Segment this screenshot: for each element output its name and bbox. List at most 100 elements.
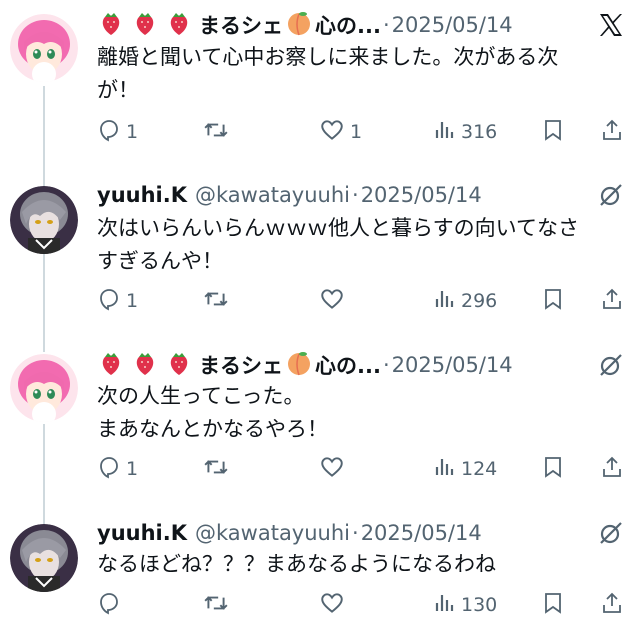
- peach-icon: [285, 349, 313, 382]
- views-count: 130: [461, 594, 498, 616]
- avatar-marushe[interactable]: [10, 14, 78, 82]
- separator: ·: [382, 353, 390, 377]
- x-logo-icon: [596, 10, 626, 40]
- views-chart-icon: [432, 118, 456, 147]
- tweet-2[interactable]: yuuhi.K @kawatayuuhi · 2025/05/14 次はいらんい…: [0, 170, 640, 340]
- bookmark-button[interactable]: [541, 588, 565, 622]
- views-chart-icon: [432, 455, 456, 484]
- like-button[interactable]: [319, 284, 350, 318]
- share-icon: [600, 591, 624, 620]
- bookmark-icon: [541, 591, 565, 620]
- display-name-tail[interactable]: 心の...: [315, 10, 381, 40]
- views-count: 124: [461, 458, 498, 480]
- tweet-header: yuuhi.K @kawatayuuhi · 2025/05/14: [97, 180, 630, 210]
- reply-icon: [97, 591, 121, 620]
- tweet-header: まるシェ 心の... · 2025/05/14: [97, 10, 630, 40]
- tweet-date[interactable]: 2025/05/14: [361, 183, 482, 207]
- strawberry-icon: [165, 349, 193, 382]
- tweet-actions: 130: [97, 588, 629, 622]
- like-button[interactable]: [319, 452, 350, 486]
- grok-icon[interactable]: [596, 518, 626, 548]
- tweet-text: なるほどね？？？まあなるようになるわね: [97, 552, 496, 576]
- views-count: 316: [461, 121, 498, 143]
- like-button[interactable]: [319, 588, 350, 622]
- reply-button[interactable]: [97, 588, 126, 622]
- grok-icon[interactable]: [596, 350, 626, 380]
- views-button[interactable]: 296: [432, 284, 497, 318]
- tweet-header: yuuhi.K @kawatayuuhi · 2025/05/14: [97, 518, 630, 548]
- tweet-text: 次はいらんいらんｗｗｗ他人と暮らすの向いてなさ すぎるんや！: [97, 216, 579, 273]
- views-button[interactable]: 124: [432, 452, 497, 486]
- like-count: 1: [350, 121, 363, 143]
- share-button[interactable]: [600, 452, 624, 486]
- grok-icon[interactable]: [596, 180, 626, 210]
- retweet-button[interactable]: [203, 452, 234, 486]
- share-button[interactable]: [600, 588, 624, 622]
- views-chart-icon: [432, 287, 456, 316]
- reply-count: 1: [126, 121, 139, 143]
- tweet-3[interactable]: まるシェ 心の... · 2025/05/14 次の人生ってこった。 まあなんと…: [0, 340, 640, 508]
- reply-button[interactable]: 1: [97, 284, 138, 318]
- share-button[interactable]: [600, 284, 624, 318]
- bookmark-button[interactable]: [541, 115, 565, 149]
- share-icon: [600, 287, 624, 316]
- tweet-date[interactable]: 2025/05/14: [361, 521, 482, 545]
- views-count: 296: [461, 290, 498, 312]
- heart-icon: [319, 454, 345, 485]
- like-button[interactable]: 1: [319, 115, 362, 149]
- retweet-button[interactable]: [203, 115, 234, 149]
- display-name[interactable]: まるシェ: [199, 10, 283, 40]
- retweet-button[interactable]: [203, 284, 234, 318]
- bookmark-icon: [541, 118, 565, 147]
- reply-button[interactable]: 1: [97, 115, 138, 149]
- tweet-header: まるシェ 心の... · 2025/05/14: [97, 350, 630, 380]
- tweet-actions: 1 124: [97, 452, 629, 486]
- bookmark-button[interactable]: [541, 284, 565, 318]
- display-name[interactable]: yuuhi.K: [97, 521, 187, 545]
- tweet-1[interactable]: まるシェ 心の... · 2025/05/14 離婚と聞いて心中お察しに来ました…: [0, 0, 640, 170]
- share-button[interactable]: [600, 115, 624, 149]
- reply-icon: [97, 455, 121, 484]
- avatar-yuuhi[interactable]: [10, 524, 78, 592]
- tweet-date[interactable]: 2025/05/14: [392, 13, 513, 37]
- tweet-actions: 1 296: [97, 284, 629, 318]
- heart-icon: [319, 590, 345, 621]
- retweet-icon: [203, 454, 229, 485]
- retweet-button[interactable]: [203, 588, 234, 622]
- retweet-icon: [203, 590, 229, 621]
- strawberry-icon: [97, 9, 125, 42]
- views-button[interactable]: 316: [432, 115, 497, 149]
- peach-icon: [285, 9, 313, 42]
- separator: ·: [352, 521, 359, 545]
- user-handle[interactable]: @kawatayuuhi: [195, 521, 350, 545]
- bookmark-button[interactable]: [541, 452, 565, 486]
- reply-count: 1: [126, 458, 139, 480]
- reply-icon: [97, 118, 121, 147]
- user-handle[interactable]: @kawatayuuhi: [195, 183, 350, 207]
- heart-icon: [319, 286, 345, 317]
- strawberry-icon: [97, 349, 125, 382]
- avatar-yuuhi[interactable]: [10, 186, 78, 254]
- avatar-marushe[interactable]: [10, 354, 78, 422]
- reply-button[interactable]: 1: [97, 452, 138, 486]
- share-icon: [600, 118, 624, 147]
- strawberry-icon: [131, 9, 159, 42]
- strawberry-icon: [165, 9, 193, 42]
- retweet-icon: [203, 286, 229, 317]
- display-name[interactable]: yuuhi.K: [97, 183, 187, 207]
- tweet-date[interactable]: 2025/05/14: [392, 353, 513, 377]
- share-icon: [600, 455, 624, 484]
- views-chart-icon: [432, 591, 456, 620]
- tweet-text: 次の人生ってこった。 まあなんとかなるやろ！: [97, 384, 328, 441]
- display-name-tail[interactable]: 心の...: [315, 350, 381, 380]
- views-button[interactable]: 130: [432, 588, 497, 622]
- bookmark-icon: [541, 455, 565, 484]
- reply-count: 1: [126, 290, 139, 312]
- separator: ·: [352, 183, 359, 207]
- tweet-4[interactable]: yuuhi.K @kawatayuuhi · 2025/05/14 なるほどね？…: [0, 508, 640, 631]
- strawberry-icon: [131, 349, 159, 382]
- retweet-icon: [203, 117, 229, 148]
- heart-icon: [319, 117, 345, 148]
- display-name[interactable]: まるシェ: [199, 350, 283, 380]
- bookmark-icon: [541, 287, 565, 316]
